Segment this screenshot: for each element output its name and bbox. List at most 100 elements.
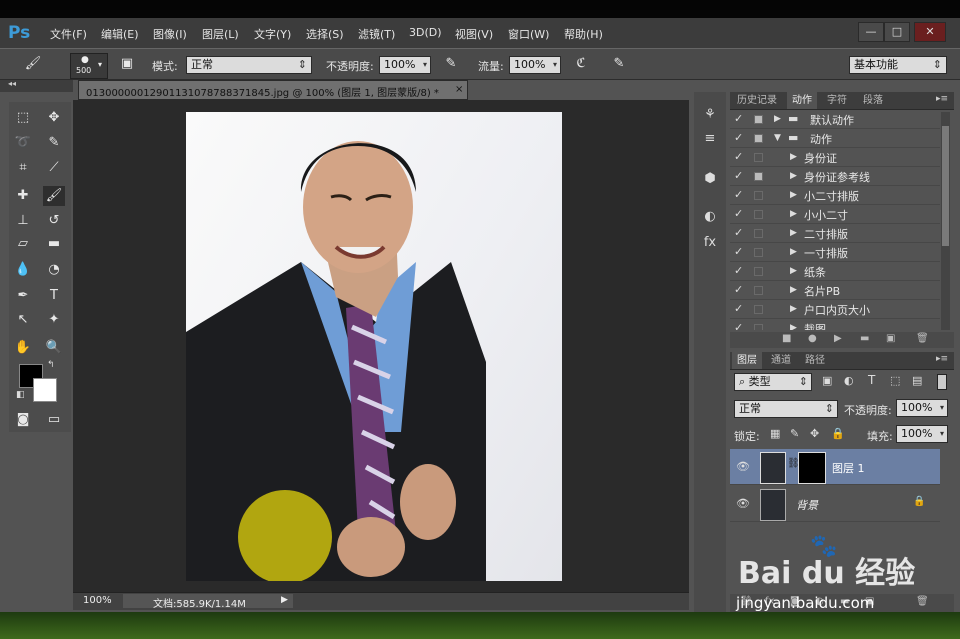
dialog-toggle-box[interactable] (754, 229, 763, 238)
dialog-toggle-box[interactable] (754, 267, 763, 276)
hand-tool-icon[interactable]: ✋ (12, 338, 34, 358)
new-action-icon[interactable]: ▣ (886, 333, 895, 344)
layer-opacity-input[interactable]: 100% ▾ (896, 399, 948, 417)
record-icon[interactable]: ● (808, 333, 817, 344)
trash-icon[interactable]: 🗑 (916, 333, 929, 344)
close-button[interactable]: ✕ (914, 22, 946, 42)
zoom-level[interactable]: 100% (83, 595, 112, 606)
check-icon[interactable]: ✓ (734, 283, 746, 296)
action-row[interactable]: ✓ ▼ ▬ 动作 (730, 129, 940, 148)
dialog-toggle-box[interactable] (754, 210, 763, 219)
play-icon[interactable]: ▶ (834, 333, 842, 344)
close-tab-icon[interactable]: × (455, 84, 463, 95)
pen-tool-icon[interactable]: ✒ (12, 286, 34, 306)
layer-row-layer1[interactable]: 👁 ⛓ 图层 1 (730, 449, 940, 485)
eyedropper-tool-icon[interactable]: ⟋ (43, 158, 65, 178)
tab-paragraph[interactable]: 段落 (858, 92, 888, 109)
menu-file[interactable]: 文件(F) (50, 26, 87, 42)
action-row[interactable]: ✓ ▶ 纸条 (730, 262, 940, 281)
fx-icon[interactable]: fx (697, 232, 723, 254)
status-menu-arrow-icon[interactable]: ▶ (281, 595, 288, 605)
smart-object-filter-icon[interactable]: ▤ (912, 374, 922, 387)
shape-filter-icon[interactable]: ⬚ (890, 374, 900, 387)
menu-window[interactable]: 窗口(W) (508, 26, 549, 42)
brush-tool-icon[interactable]: 🖌 (43, 186, 65, 206)
action-row[interactable]: ✓ ▶ 一寸排版 (730, 243, 940, 262)
move-tool-icon[interactable]: ✥ (43, 108, 65, 128)
collapsed-triangle-icon[interactable]: ▶ (790, 247, 797, 257)
opacity-input[interactable]: 100% ▾ (379, 56, 431, 74)
dialog-toggle-box[interactable] (754, 191, 763, 200)
check-icon[interactable]: ✓ (734, 245, 746, 258)
menu-3d[interactable]: 3D(D) (409, 26, 442, 39)
screen-mode-icon[interactable]: ▭ (43, 410, 65, 430)
collapsed-triangle-icon[interactable]: ▶ (774, 114, 781, 124)
action-row[interactable]: ✓ ▶ 小二寸排版 (730, 186, 940, 205)
tab-channels[interactable]: 通道 (766, 352, 796, 369)
collapsed-triangle-icon[interactable]: ▶ (790, 304, 797, 314)
dialog-toggle-box[interactable] (754, 134, 763, 143)
brush-presets-icon[interactable]: ⚘ (697, 104, 723, 126)
lock-position-icon[interactable]: ✥ (810, 427, 819, 440)
visibility-eye-icon[interactable]: 👁 (736, 497, 750, 510)
check-icon[interactable]: ✓ (734, 302, 746, 315)
dodge-tool-icon[interactable]: ◔ (43, 260, 65, 280)
collapsed-triangle-icon[interactable]: ▶ (790, 209, 797, 219)
pressure-opacity-icon[interactable]: ✎ (440, 54, 462, 74)
check-icon[interactable]: ✓ (734, 264, 746, 277)
action-row[interactable]: ✓ ▶ 户口内页大小 (730, 300, 940, 319)
check-icon[interactable]: ✓ (734, 131, 746, 144)
tab-layers[interactable]: 图层 (732, 352, 762, 369)
tab-actions[interactable]: 动作 (787, 92, 817, 109)
expanded-triangle-icon[interactable]: ▼ (774, 133, 781, 143)
action-row[interactable]: ✓ ▶ 身份证参考线 (730, 167, 940, 186)
dialog-toggle-box[interactable] (754, 115, 763, 124)
workspace-select[interactable]: 基本功能 ⇕ (849, 56, 947, 74)
menu-view[interactable]: 视图(V) (455, 26, 493, 42)
trash-icon[interactable]: 🗑 (916, 596, 929, 607)
dialog-toggle-box[interactable] (754, 248, 763, 257)
crop-tool-icon[interactable]: ⌗ (12, 158, 34, 178)
visibility-eye-icon[interactable]: 👁 (736, 460, 750, 473)
panel-menu-icon[interactable]: ▸≡ (936, 354, 948, 364)
layer-filter-select[interactable]: ⌕ 类型 ⇕ (734, 373, 812, 391)
flow-input[interactable]: 100% ▾ (509, 56, 561, 74)
action-row[interactable]: ✓ ▶ 身份证 (730, 148, 940, 167)
clone-stamp-tool-icon[interactable]: ⊥ (12, 211, 34, 231)
panel-menu-icon[interactable]: ▸≡ (936, 94, 948, 104)
pressure-size-icon[interactable]: ✎ (608, 54, 630, 74)
collapsed-triangle-icon[interactable]: ▶ (790, 285, 797, 295)
collapsed-triangle-icon[interactable]: ▶ (790, 190, 797, 200)
tab-character[interactable]: 字符 (822, 92, 852, 109)
lock-transparent-icon[interactable]: ▦ (770, 427, 780, 440)
check-icon[interactable]: ✓ (734, 169, 746, 182)
swap-colors-icon[interactable]: ↰ (47, 360, 55, 370)
menu-select[interactable]: 选择(S) (306, 26, 344, 42)
action-row[interactable]: ✓ ▶ ▬ 默认动作 (730, 110, 940, 129)
scrollbar-thumb[interactable] (942, 126, 949, 246)
dialog-toggle-box[interactable] (754, 324, 763, 330)
adjustment-filter-icon[interactable]: ◐ (844, 374, 854, 387)
blur-tool-icon[interactable]: 💧 (12, 260, 34, 280)
airbrush-icon[interactable]: ℭ (570, 54, 592, 74)
marquee-tool-icon[interactable]: ⬚ (12, 108, 34, 128)
check-icon[interactable]: ✓ (734, 112, 746, 125)
collapsed-triangle-icon[interactable]: ▶ (790, 171, 797, 181)
check-icon[interactable]: ✓ (734, 150, 746, 163)
action-row[interactable]: ✓ ▶ 裁图 (730, 319, 940, 330)
collapsed-triangle-icon[interactable]: ▶ (790, 266, 797, 276)
new-set-icon[interactable]: ▬ (860, 333, 869, 344)
menu-filter[interactable]: 滤镜(T) (358, 26, 395, 42)
restore-button[interactable]: □ (884, 22, 910, 42)
path-select-tool-icon[interactable]: ↖ (12, 310, 34, 330)
lasso-tool-icon[interactable]: ➰ (12, 133, 34, 153)
healing-brush-tool-icon[interactable]: ✚ (12, 186, 34, 206)
menu-type[interactable]: 文字(Y) (254, 26, 291, 42)
document-image[interactable] (186, 112, 562, 581)
collapse-arrows-icon[interactable]: ◂◂ (8, 79, 16, 88)
pixel-filter-icon[interactable]: ▣ (822, 374, 832, 387)
minimize-button[interactable]: — (858, 22, 884, 42)
action-row[interactable]: ✓ ▶ 二寸排版 (730, 224, 940, 243)
fill-input[interactable]: 100% ▾ (896, 425, 948, 443)
mode-select[interactable]: 正常 ⇕ (186, 56, 312, 74)
